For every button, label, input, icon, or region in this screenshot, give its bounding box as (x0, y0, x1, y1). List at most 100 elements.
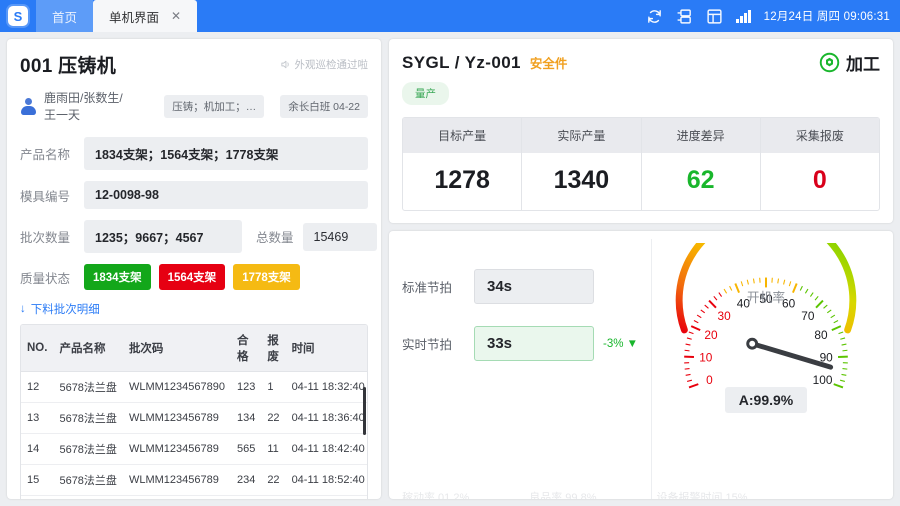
realtime-takt-label: 实时节拍 (402, 338, 453, 352)
table-row[interactable]: 14 5678法兰盘 WLMM123456789 565 11 04-11 18… (21, 433, 367, 465)
machine-detail-card: 001 压铸机 外观巡检通过啦 鹿雨田/张数生/王一天 压铸；机加工；… 余长白… (7, 39, 381, 499)
table-row[interactable]: 12 5678法兰盘 WLMM1234567890 123 1 04-11 18… (21, 371, 367, 403)
realtime-takt-value[interactable]: 33s (474, 326, 594, 361)
metric-cut: 良品率 99.8% (529, 492, 597, 499)
field-mold: 模具编号 12-0098-98 (20, 181, 368, 209)
cell-scrap: 22 (261, 402, 286, 434)
order-title: SYGL / Yz-001 (402, 52, 521, 72)
tab-home[interactable]: 首页 (36, 0, 94, 32)
layout-icon[interactable] (706, 8, 723, 25)
stat-value: 62 (686, 166, 715, 194)
download-batch-detail-link[interactable]: ↓ 下料批次明细 (20, 301, 368, 317)
metric-cut: 设备报警时间 15% (656, 492, 748, 499)
cell-batch-code: WLMM123456789 (122, 402, 231, 434)
svg-text:100: 100 (813, 373, 833, 387)
speaker-icon (280, 60, 289, 69)
stat-actual-output: 实际产量 1340 (522, 118, 642, 210)
status-text: 加工 (846, 55, 880, 74)
production-mode-badge: 量产 (402, 82, 449, 105)
cell-ok: 234 (230, 464, 262, 496)
tab-single-machine-label: 单机界面 (109, 10, 160, 25)
table-header-row: NO. 产品名称 批次码 合格 报废 时间 (21, 325, 367, 372)
batch-table: NO. 产品名称 批次码 合格 报废 时间 12 5678法兰盘 WLMM123 (20, 324, 368, 499)
mold-value[interactable]: 12-0098-98 (84, 181, 368, 209)
field-quality: 质量状态 1834支架 1564支架 1778支架 (20, 264, 368, 290)
cell-product: 5678法兰盘 (53, 402, 123, 434)
tab-home-label: 首页 (52, 10, 78, 25)
cell-no: 14 (21, 433, 54, 465)
close-icon[interactable]: ✕ (171, 9, 181, 23)
metric-cut: 稼动率 01.2% (402, 492, 470, 499)
gauge-title: 开机率 (747, 290, 786, 305)
batch-label: 批次数量 (20, 231, 71, 245)
cell-ok: 134 (230, 402, 262, 434)
table-row[interactable]: 16 5678法兰盘 WLMM123456789 456 34 04-11 18… (21, 495, 367, 499)
batch-value[interactable]: 1235；9667；4567 (84, 220, 242, 253)
takt-delta: -3% ▼ (603, 337, 639, 350)
table-row[interactable]: 13 5678法兰盘 WLMM123456789 134 22 04-11 18… (21, 402, 367, 434)
cell-ok: 565 (230, 433, 262, 465)
takt-section: 标准节拍 34s 实时节拍 33s -3% ▼ (402, 239, 652, 499)
product-label: 产品名称 (20, 148, 71, 162)
refresh-icon[interactable] (646, 8, 663, 25)
cell-scrap: 11 (261, 433, 286, 465)
gauge-readout: A:99.9% (724, 387, 808, 413)
quality-tag[interactable]: 1834支架 (84, 264, 151, 290)
cell-scrap: 22 (261, 464, 286, 496)
stat-collected-scrap: 采集报废 0 (760, 118, 879, 210)
svg-text:10: 10 (699, 350, 713, 364)
machine-header: 001 压铸机 外观巡检通过啦 (20, 51, 368, 78)
stat-value: 0 (812, 166, 827, 194)
cell-time: 04-11 18:32:40 (285, 371, 367, 403)
stat-target-output: 目标产量 1278 (403, 118, 523, 210)
safety-part-label: 安全件 (529, 57, 568, 71)
stat-header: 目标产量 (403, 118, 522, 153)
app-logo[interactable]: S (0, 6, 36, 26)
product-value[interactable]: 1834支架；1564支架；1778支架 (84, 137, 368, 170)
cell-product: 5678法兰盘 (53, 433, 123, 465)
standard-takt-row: 标准节拍 34s (402, 269, 651, 304)
cell-product: 5678法兰盘 (53, 371, 123, 403)
svg-text:20: 20 (704, 328, 718, 342)
cell-no: 12 (21, 371, 54, 403)
cell-scrap: 1 (261, 371, 286, 403)
quality-tag[interactable]: 1778支架 (233, 264, 300, 290)
shift-badge[interactable]: 余长白班 04-22 (280, 94, 368, 118)
machine-form: 产品名称 1834支架；1564支架；1778支架 模具编号 12-0098-9… (20, 137, 377, 290)
operator-names: 鹿雨田/张数生/王一天 (44, 91, 123, 122)
signal-icon (736, 9, 751, 23)
cell-product: 5678法兰盘 (53, 495, 123, 499)
main-content: 001 压铸机 外观巡检通过啦 鹿雨田/张数生/王一天 压铸；机加工；… 余长白… (0, 32, 900, 506)
download-label: 下料批次明细 (30, 304, 100, 316)
avatar (20, 97, 37, 115)
standard-takt-value[interactable]: 34s (474, 269, 594, 304)
stat-header: 进度差异 (641, 118, 760, 153)
cell-batch-code: WLMM123456789 (122, 464, 231, 496)
cell-no: 13 (21, 402, 54, 434)
cell-scrap: 34 (261, 495, 286, 499)
server-icon[interactable] (676, 8, 693, 25)
cell-batch-code: WLMM123456789 (122, 433, 231, 465)
left-column: 001 压铸机 外观巡检通过啦 鹿雨田/张数生/王一天 压铸；机加工；… 余长白… (7, 39, 381, 499)
th-product: 产品名称 (53, 325, 123, 372)
table-row[interactable]: 15 5678法兰盘 WLMM123456789 234 22 04-11 18… (21, 464, 367, 496)
topbar-actions: 12月24日 周四 09:06:31 (646, 8, 900, 25)
quality-tag[interactable]: 1564支架 (158, 264, 226, 290)
cell-time: 04-11 18:42:40 (285, 433, 367, 465)
table-scrollbar[interactable] (363, 387, 366, 435)
total-value[interactable]: 15469 (302, 222, 377, 251)
th-scrap: 报废 (261, 325, 286, 372)
cell-time: 04-11 18:36:40 (285, 402, 367, 434)
cell-batch-code: WLMM123456789 (122, 495, 231, 499)
svg-text:30: 30 (718, 309, 732, 323)
process-badge[interactable]: 压铸；机加工；… (164, 94, 265, 118)
download-icon: ↓ (20, 303, 26, 315)
th-ok: 合格 (230, 325, 262, 372)
realtime-takt-row: 实时节拍 33s -3% ▼ (402, 326, 651, 361)
operator-row: 鹿雨田/张数生/王一天 压铸；机加工；… 余长白班 04-22 (20, 89, 368, 123)
tab-single-machine[interactable]: 单机界面 ✕ (93, 0, 198, 32)
cell-time: 04-11 18:52:40 (285, 464, 367, 496)
stat-value: 1278 (434, 166, 490, 194)
cell-no: 16 (21, 495, 54, 499)
notice-banner[interactable]: 外观巡检通过啦 (280, 51, 368, 72)
